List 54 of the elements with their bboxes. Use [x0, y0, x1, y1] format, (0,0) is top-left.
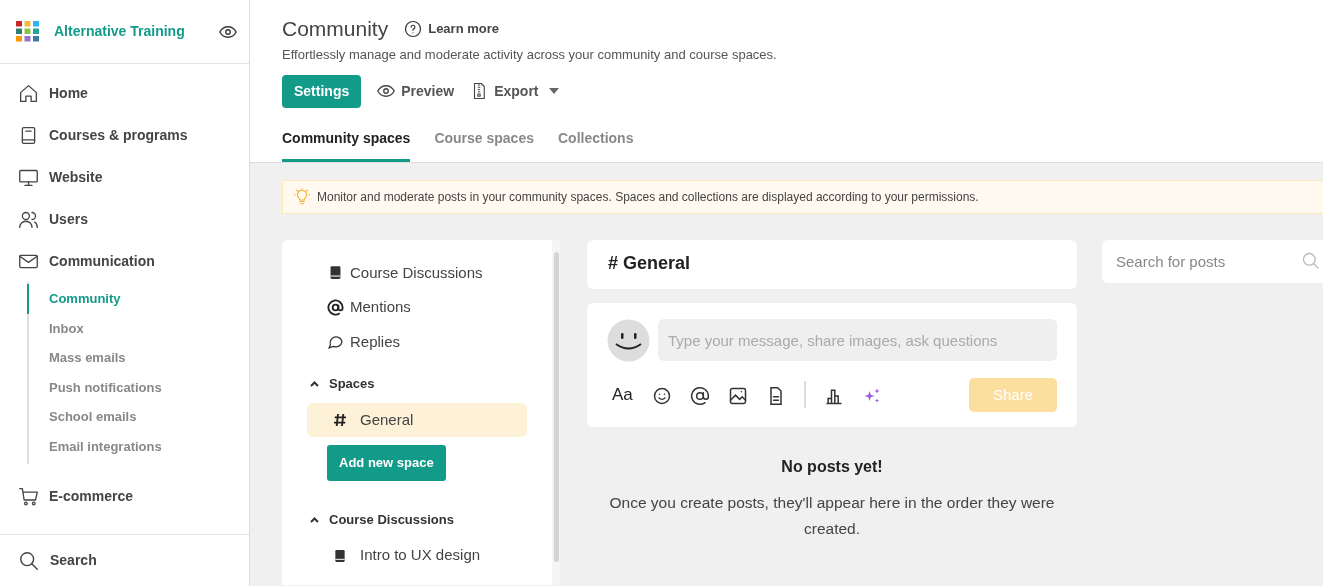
help-icon	[404, 19, 423, 38]
cart-icon	[18, 486, 39, 508]
brand-name: Alternative Training	[54, 22, 185, 41]
tab[interactable]: Collections	[558, 123, 634, 162]
caret-icon	[548, 88, 559, 95]
search-nav-item[interactable]: Search	[0, 539, 97, 582]
section-header[interactable]: Spaces	[282, 369, 381, 400]
section-header[interactable]: Course Discussions	[282, 504, 460, 535]
preview-button[interactable]: Preview	[377, 80, 455, 102]
feed-menu-item[interactable]: Course Discussions	[282, 255, 552, 291]
notice-text: Monitor and moderate posts in your community spaces. Spaces and collections are displayed according to your permissions.	[317, 188, 979, 206]
at-icon	[327, 298, 344, 316]
emoji-icon	[651, 385, 672, 406]
nav-subitem[interactable]: Inbox	[27, 313, 249, 344]
home-icon	[18, 82, 39, 104]
image-icon	[727, 385, 748, 406]
export-button[interactable]: Export	[470, 80, 559, 102]
feed-menu-item[interactable]: Mentions	[282, 290, 552, 325]
page-title: Community	[282, 16, 389, 42]
scrollbar[interactable]	[552, 239, 560, 585]
learn-more-link[interactable]: Learn more	[404, 18, 499, 39]
nav-item[interactable]: Courses & programs	[0, 114, 249, 156]
logo-icon	[16, 20, 40, 43]
nav-subitem[interactable]: Email integrations	[27, 431, 249, 462]
at-icon	[689, 385, 710, 406]
search-icon	[18, 549, 40, 572]
nav-item[interactable]: Users	[0, 198, 249, 240]
lightbulb-icon	[293, 187, 311, 206]
feed-menu-item[interactable]: Replies	[282, 324, 552, 360]
hash-icon	[332, 412, 348, 429]
tab[interactable]: Course spaces	[434, 123, 534, 162]
share-button: Share	[968, 377, 1057, 413]
space-item[interactable]: Intro to UX design	[307, 538, 527, 573]
nav-item[interactable]: Home	[0, 72, 249, 114]
search-posts-field[interactable]: Search for posts	[1102, 239, 1323, 283]
message-input[interactable]: Type your message, share images, ask questions	[658, 319, 1057, 362]
chevron-icon	[310, 516, 319, 523]
empty-message: Once you create posts, they'll appear here in the order they were created.	[608, 492, 1056, 539]
page-subtitle: Effortlessly manage and moderate activity across your community and course spaces.	[282, 46, 778, 65]
nav-item[interactable]: E-commerce	[0, 475, 249, 518]
space-item[interactable]: General	[307, 403, 527, 438]
smiley-avatar-icon	[607, 318, 650, 362]
speech-bubble-icon	[327, 333, 344, 351]
channel-title: # General	[608, 253, 691, 275]
empty-title: No posts yet!	[780, 456, 884, 476]
book-icon	[332, 547, 348, 564]
search-icon	[1301, 250, 1321, 271]
nav-item[interactable]: Website	[0, 156, 249, 198]
nav-subitem[interactable]: School emails	[27, 402, 249, 432]
nav-subitem[interactable]: Push notifications	[27, 372, 249, 403]
nav-item[interactable]: Communication	[0, 240, 249, 282]
text-format-button[interactable]: Aa	[611, 381, 634, 409]
nav-subitem[interactable]: Mass emails	[27, 343, 249, 373]
chevron-icon	[310, 381, 319, 388]
